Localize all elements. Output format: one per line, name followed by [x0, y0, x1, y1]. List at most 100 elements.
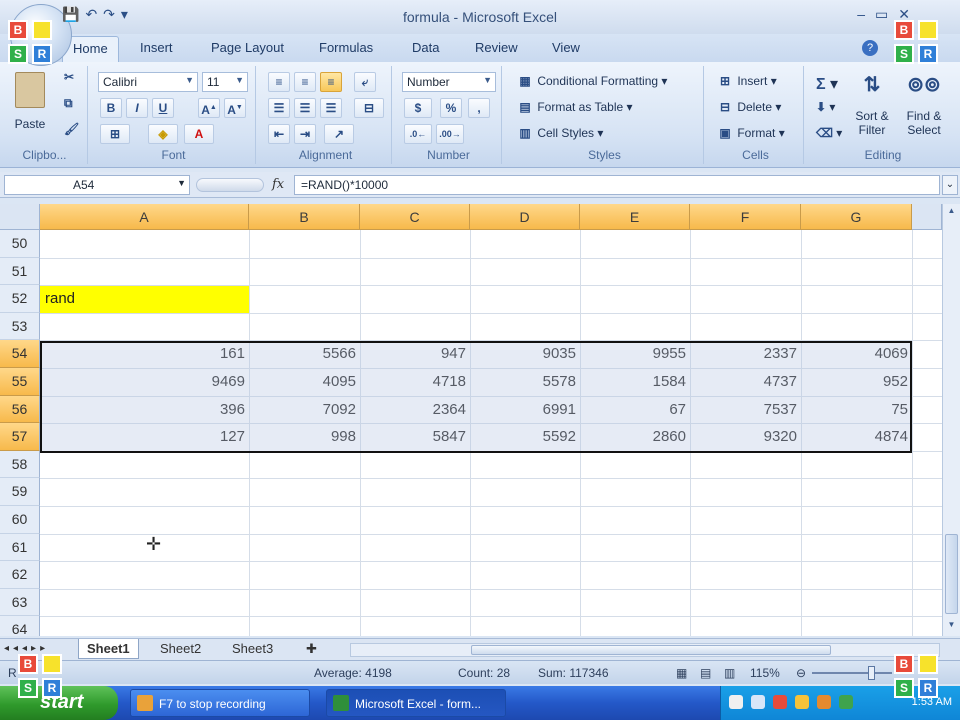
row-header-57[interactable]: 57 [0, 423, 40, 451]
zoom-slider[interactable] [812, 666, 892, 680]
increase-indent-icon[interactable]: ⇥ [294, 124, 316, 144]
network-icon[interactable] [751, 695, 765, 709]
sheet-tab-3[interactable]: Sheet3 [224, 639, 281, 659]
expand-formula-bar-icon[interactable]: ⌄ [942, 175, 958, 195]
cell-a52[interactable]: rand [45, 285, 245, 312]
borders-icon[interactable]: ⊞ [100, 124, 130, 144]
underline-button[interactable]: U [152, 98, 174, 118]
save-icon[interactable]: 💾 [62, 6, 79, 23]
vertical-scroll-thumb[interactable] [945, 534, 958, 614]
cut-icon[interactable]: ✂ [64, 70, 74, 84]
row-header-55[interactable]: 55 [0, 368, 40, 396]
volume-icon[interactable] [795, 695, 809, 709]
view-page-layout-icon[interactable]: ▤ [700, 666, 711, 680]
fill-color-icon[interactable]: ◈ [148, 124, 178, 144]
sheet-tab-1[interactable]: Sheet1 [78, 639, 139, 659]
align-center-icon[interactable]: ☰ [294, 98, 316, 118]
row-header-53[interactable]: 53 [0, 312, 40, 341]
conditional-formatting-button[interactable]: ▦ Conditional Formatting ▾ [516, 74, 667, 88]
format-cells-button[interactable]: ▣ Format ▾ [716, 126, 784, 140]
redo-icon[interactable]: ↷ [103, 6, 115, 23]
horizontal-scroll-thumb[interactable] [471, 645, 831, 655]
tab-review[interactable]: Review [475, 40, 518, 55]
align-right-icon[interactable]: ☰ [320, 98, 342, 118]
align-top-icon[interactable]: ≡ [268, 72, 290, 92]
cell-styles-button[interactable]: ▥ Cell Styles ▾ [516, 126, 603, 140]
worksheet-grid[interactable]: A B C D E F G 50 51 52 53 54 55 56 57 58 59 60 61 62 63 64 ran… [0, 204, 942, 636]
format-painter-icon[interactable]: 🖌 [64, 122, 79, 136]
increase-decimal-icon[interactable]: .0← [404, 124, 432, 144]
column-header-g[interactable]: G [801, 204, 912, 230]
formula-input[interactable]: =RAND()*10000 [294, 175, 940, 195]
sheet-nav-buttons[interactable]: ◂◂◂▸▸ [4, 643, 49, 654]
font-name-combo[interactable]: Calibri ▼ [98, 72, 198, 92]
row-header-52[interactable]: 52 [0, 285, 40, 313]
horizontal-scrollbar[interactable] [350, 643, 940, 657]
row-header-51[interactable]: 51 [0, 257, 40, 286]
zoom-out-icon[interactable]: ⊖ [796, 666, 806, 680]
grow-font-icon[interactable]: A▲ [198, 98, 220, 118]
format-as-table-button[interactable]: ▤ Format as Table ▾ [516, 100, 632, 114]
column-header-b[interactable]: B [249, 204, 360, 230]
decrease-indent-icon[interactable]: ⇤ [268, 124, 290, 144]
column-header-c[interactable]: C [360, 204, 470, 230]
row-header-58[interactable]: 58 [0, 450, 40, 479]
sheet-tab-2[interactable]: Sheet2 [152, 639, 209, 659]
delete-cells-button[interactable]: ⊟ Delete ▾ [716, 100, 781, 114]
minimize-button[interactable]: – [857, 6, 865, 23]
zoom-level[interactable]: 115% [750, 666, 780, 680]
row-header-60[interactable]: 60 [0, 506, 40, 534]
row-header-54[interactable]: 54 [0, 340, 40, 368]
vertical-scrollbar[interactable]: ▲ ▼ [942, 204, 960, 636]
column-header-e[interactable]: E [580, 204, 690, 230]
taskbar-item-recording[interactable]: F7 to stop recording [130, 689, 310, 717]
name-box[interactable]: A54 ▼ [4, 175, 190, 195]
tab-data[interactable]: Data [412, 40, 439, 55]
security-icon[interactable] [773, 695, 787, 709]
row-header-56[interactable]: 56 [0, 395, 40, 424]
tab-page-layout[interactable]: Page Layout [211, 40, 284, 55]
tab-formulas[interactable]: Formulas [319, 40, 373, 55]
clear-icon[interactable]: ⌫ ▾ [816, 126, 842, 140]
formula-bar-splitter[interactable] [196, 178, 264, 192]
bold-button[interactable]: B [100, 98, 122, 118]
scroll-up-icon[interactable]: ▲ [945, 206, 958, 220]
currency-button[interactable]: $ [404, 98, 432, 118]
row-header-64[interactable]: 64 [0, 616, 40, 636]
autosum-icon[interactable]: Σ ▾ [816, 74, 838, 94]
column-header-a[interactable]: A [40, 204, 249, 230]
wrap-text-icon[interactable]: ⤶ [354, 72, 376, 92]
row-header-61[interactable]: 61 [0, 533, 40, 562]
tab-view[interactable]: View [552, 40, 580, 55]
update-icon[interactable] [839, 695, 853, 709]
column-header-d[interactable]: D [470, 204, 580, 230]
customize-qat-icon[interactable]: ▾ [121, 6, 128, 23]
sort-filter-button[interactable]: ⇅ Sort & Filter [850, 72, 894, 137]
insert-cells-button[interactable]: ⊞ Insert ▾ [716, 74, 777, 88]
shrink-font-icon[interactable]: A▼ [224, 98, 246, 118]
help-tray-icon[interactable] [729, 695, 743, 709]
font-color-icon[interactable]: A [184, 124, 214, 144]
align-bottom-icon[interactable]: ≡ [320, 72, 342, 92]
view-normal-icon[interactable]: ▦ [676, 666, 687, 680]
app-tray-icon[interactable] [817, 695, 831, 709]
undo-icon[interactable]: ↶ [85, 6, 97, 23]
insert-function-icon[interactable]: fx [272, 177, 284, 192]
view-page-break-icon[interactable]: ▥ [724, 666, 735, 680]
row-header-63[interactable]: 63 [0, 588, 40, 617]
number-format-combo[interactable]: Number ▼ [402, 72, 496, 92]
merge-center-icon[interactable]: ⊟ [354, 98, 384, 118]
help-icon[interactable]: ? [862, 40, 878, 56]
orientation-icon[interactable]: ↗ [324, 124, 354, 144]
scroll-down-icon[interactable]: ▼ [945, 620, 958, 634]
column-header-f[interactable]: F [690, 204, 801, 230]
align-left-icon[interactable]: ☰ [268, 98, 290, 118]
select-all-corner[interactable] [0, 204, 40, 230]
zoom-slider-knob[interactable] [868, 666, 875, 680]
find-select-button[interactable]: ⊚⊚ Find & Select [900, 72, 948, 137]
row-header-59[interactable]: 59 [0, 478, 40, 506]
decrease-decimal-icon[interactable]: .00→ [436, 124, 464, 144]
italic-button[interactable]: I [126, 98, 148, 118]
fill-icon[interactable]: ⬇ ▾ [816, 100, 835, 114]
tab-insert[interactable]: Insert [140, 40, 173, 55]
